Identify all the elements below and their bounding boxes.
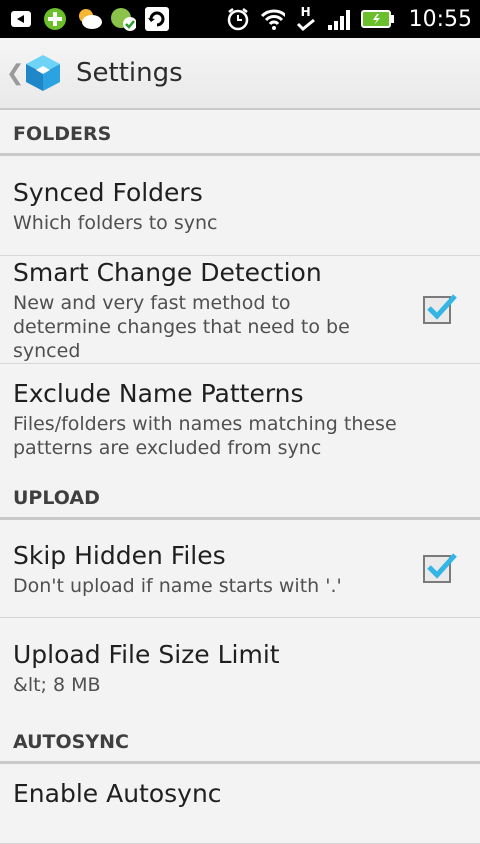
battery-icon — [360, 6, 395, 32]
setting-enable-autosync[interactable]: Enable Autosync — [0, 764, 480, 844]
setting-title: Synced Folders — [13, 177, 203, 207]
setting-title: Smart Change Detection — [13, 257, 322, 287]
app-logo-icon[interactable] — [22, 52, 64, 94]
status-bar: H 10:55 — [0, 0, 480, 38]
setting-subtitle: Files/folders with names matching these … — [13, 413, 397, 459]
refresh-icon — [144, 6, 170, 32]
sync-status-icon — [110, 6, 136, 32]
weather-icon — [76, 6, 102, 32]
setting-subtitle: &lt; 8 MB — [13, 674, 101, 696]
page-title: Settings — [76, 58, 183, 88]
signal-icon — [327, 6, 353, 32]
clock: 10:55 — [408, 6, 472, 32]
alarm-icon — [225, 6, 251, 32]
wifi-icon — [259, 6, 285, 32]
system-icons: H 10:55 — [225, 6, 472, 32]
checkmark-icon — [427, 293, 457, 320]
back-icon — [8, 6, 34, 32]
section-header-upload: UPLOAD — [0, 474, 480, 520]
setting-title: Skip Hidden Files — [13, 540, 226, 570]
hsdpa-icon: H — [293, 6, 319, 32]
action-bar: ❮ Settings — [0, 38, 480, 110]
network-type-label: H — [300, 5, 311, 19]
setting-title: Enable Autosync — [13, 779, 222, 808]
section-header-folders: FOLDERS — [0, 110, 480, 156]
setting-subtitle: Which folders to sync — [13, 211, 218, 234]
plus-icon — [42, 6, 68, 32]
notification-icons — [8, 6, 170, 32]
setting-title: Upload File Size Limit — [13, 640, 280, 669]
setting-subtitle: New and very fast method to determine ch… — [13, 291, 350, 362]
setting-subtitle: Don't upload if name starts with '.' — [13, 574, 342, 597]
setting-smart-change-detection[interactable]: Smart Change Detection New and very fast… — [0, 256, 480, 364]
checkmark-icon — [427, 552, 457, 579]
setting-exclude-name-patterns[interactable]: Exclude Name Patterns Files/folders with… — [0, 364, 480, 474]
up-navigation-icon[interactable]: ❮ — [6, 61, 24, 86]
setting-title: Exclude Name Patterns — [13, 379, 304, 408]
setting-synced-folders[interactable]: Synced Folders Which folders to sync — [0, 156, 480, 256]
section-header-autosync: AUTOSYNC — [0, 718, 480, 764]
settings-list: FOLDERS Synced Folders Which folders to … — [0, 110, 480, 844]
skip-hidden-files-checkbox[interactable] — [423, 552, 457, 583]
setting-upload-file-size-limit[interactable]: Upload File Size Limit &lt; 8 MB — [0, 618, 480, 718]
smart-change-detection-checkbox[interactable] — [423, 293, 457, 324]
setting-skip-hidden-files[interactable]: Skip Hidden Files Don't upload if name s… — [0, 520, 480, 618]
